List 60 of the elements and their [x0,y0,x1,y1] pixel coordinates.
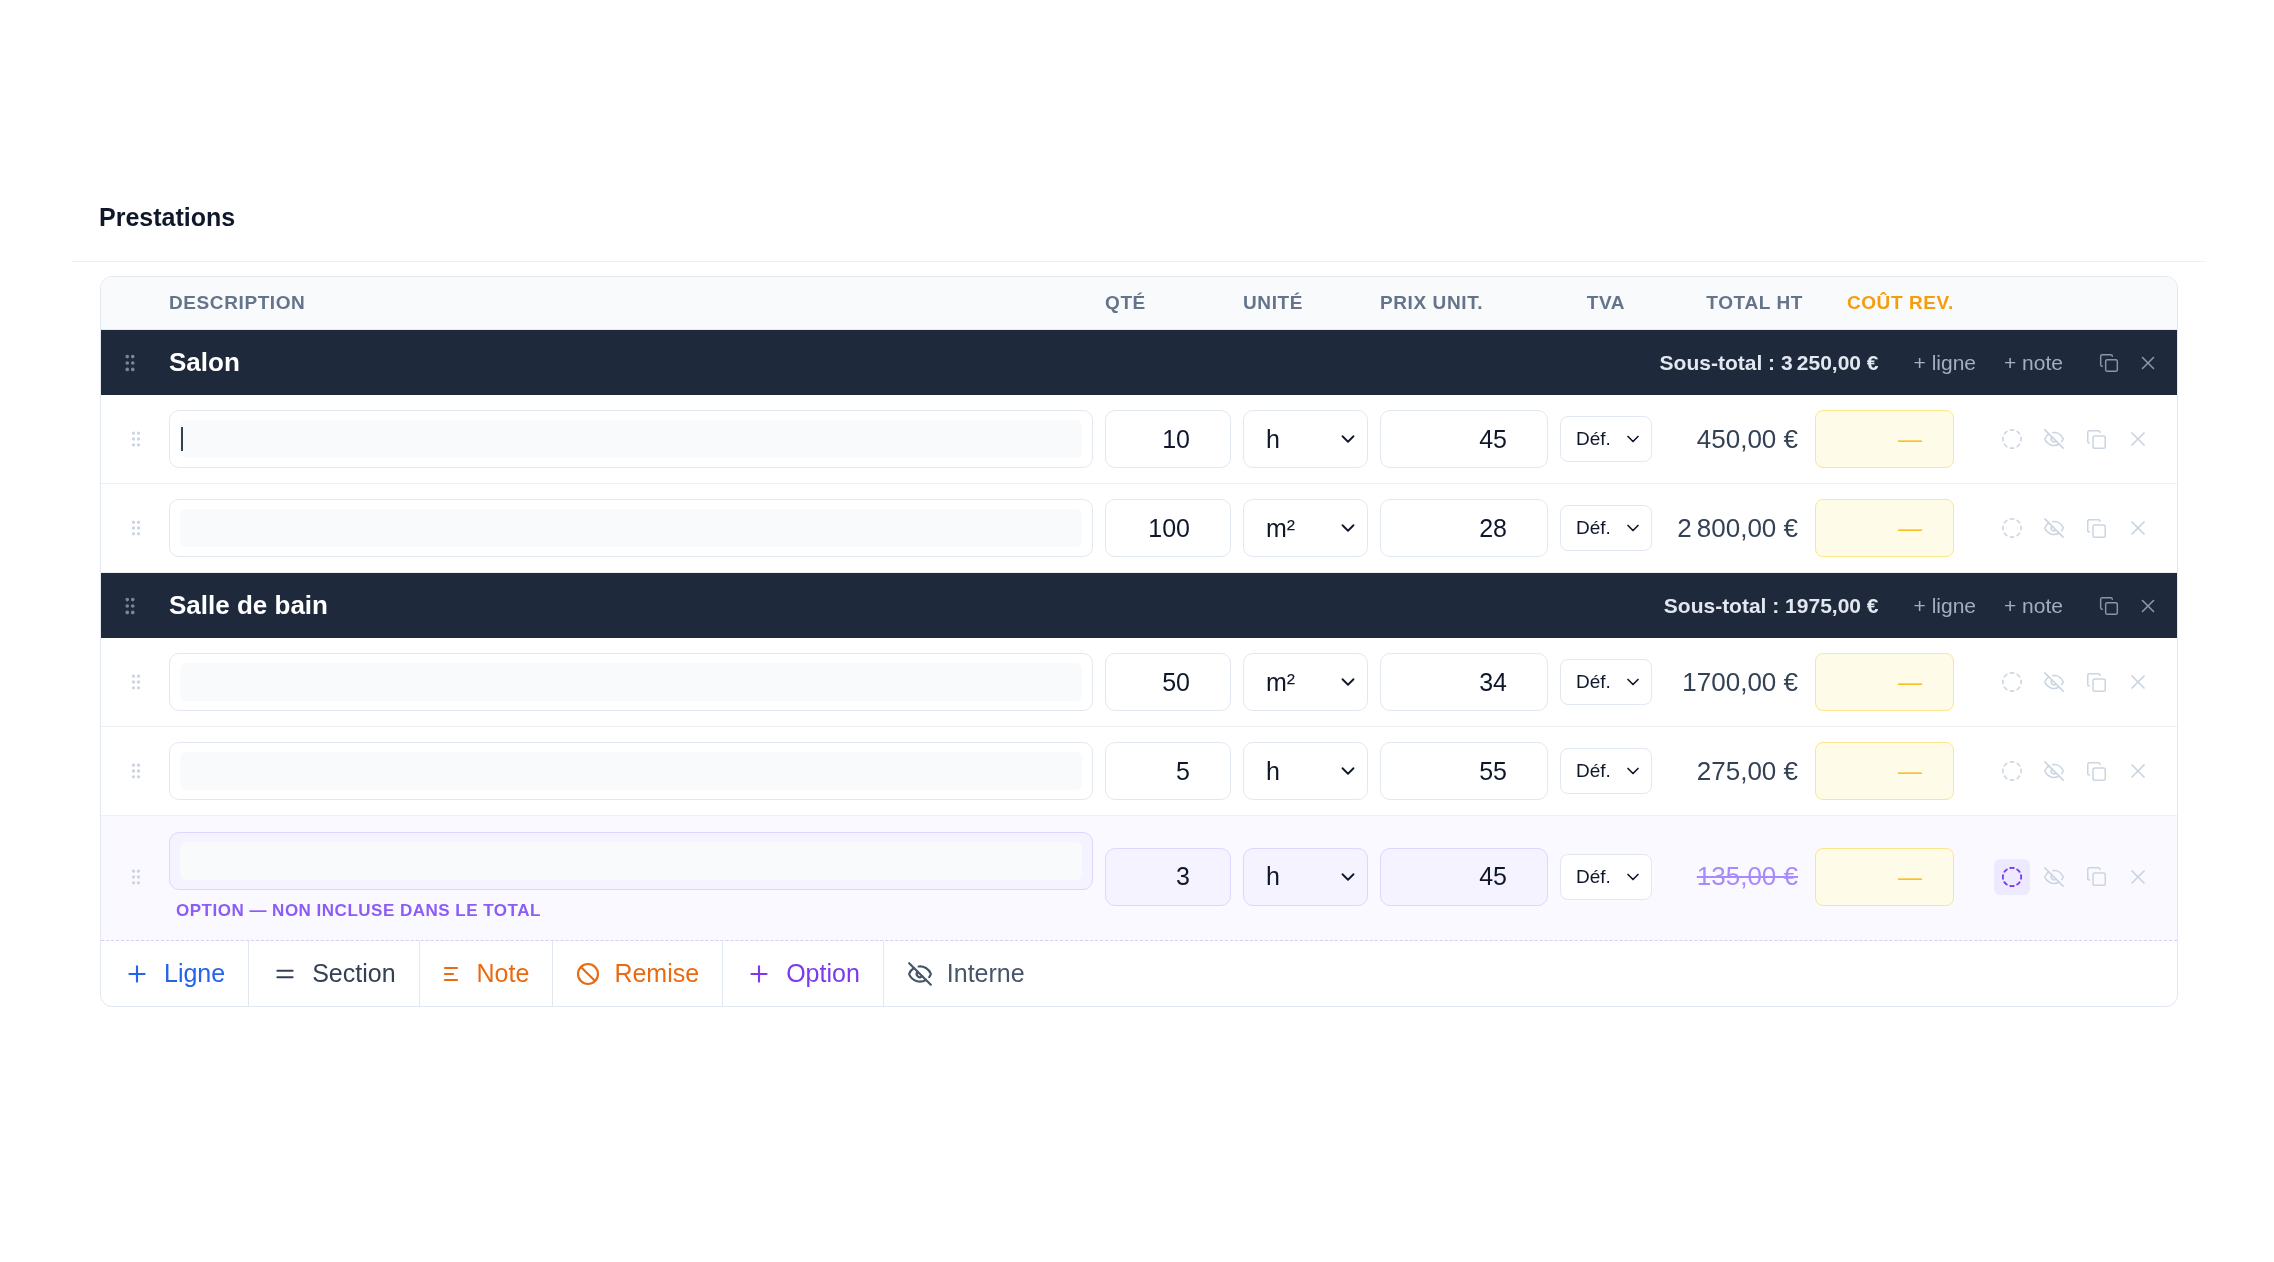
unit-price-field[interactable]: 55 [1380,742,1548,800]
section-action-link[interactable]: + ligne [1913,593,1976,618]
section-subtotal: Sous-total : 1975,00 € [1663,593,1879,618]
unit-select[interactable]: m² [1243,499,1368,557]
quantity-field[interactable]: 100 [1105,499,1231,557]
unit-select[interactable]: m² [1243,653,1368,711]
eye-off-icon[interactable] [2043,428,2065,450]
section-title: Salle de bain [169,590,328,621]
quantity-field[interactable]: 10 [1105,410,1231,468]
description-field[interactable] [169,499,1093,557]
eye-off-icon[interactable] [2043,671,2065,693]
add-option-button[interactable]: Option [723,941,884,1006]
unit-price-field[interactable]: 45 [1380,847,1548,906]
column-header: TOTAL HT [1706,292,1803,314]
eye-off-icon[interactable] [2043,517,2065,539]
add-internal-button[interactable]: Interne [883,941,1048,1006]
section-action-link[interactable]: + note [2004,593,2063,618]
eye-off-icon[interactable] [2043,760,2065,782]
unit-select[interactable]: h [1243,742,1368,800]
description-field[interactable] [169,653,1093,711]
vat-select[interactable]: Déf. [1560,505,1652,551]
line-total: 275,00 € [1696,755,1798,787]
add-line-button[interactable]: Ligne [101,941,250,1006]
copy-icon[interactable] [2099,595,2119,616]
column-header: DESCRIPTION [169,292,306,314]
section-action-link[interactable]: + note [2004,350,2063,375]
section-subtotal: Sous-total : 3 250,00 € [1659,350,1879,375]
column-header: PRIX UNIT. [1380,292,1484,314]
column-header: QTÉ [1105,292,1146,314]
description-field[interactable] [169,742,1093,800]
column-header: COÛT REV. [1846,292,1954,314]
vat-select[interactable]: Déf. [1560,659,1652,705]
unit-price-field[interactable]: 45 [1380,410,1548,468]
line-total: 135,00 € [1696,861,1798,892]
panel-title: Prestations [99,202,236,232]
unit-price-field[interactable]: 34 [1380,653,1548,711]
quantity-field[interactable]: 5 [1105,742,1231,800]
add-section-button[interactable]: Section [249,941,420,1006]
option-note: OPTION — NON INCLUSE DANS LE TOTAL [175,901,541,921]
section-title: Salon [169,347,240,378]
column-header: UNITÉ [1243,292,1303,314]
description-field[interactable] [169,410,1093,468]
copy-icon[interactable] [2099,352,2119,373]
vat-select[interactable]: Déf. [1560,748,1652,794]
quantity-field[interactable]: 3 [1105,847,1231,906]
vat-select[interactable]: Déf. [1560,416,1652,462]
unit-select[interactable]: h [1243,410,1368,468]
description-field[interactable] [169,832,1093,890]
unit-price-field[interactable]: 28 [1380,499,1548,557]
column-header: TVA [1586,292,1626,314]
line-total: 2 800,00 € [1677,512,1798,544]
line-total: 450,00 € [1696,423,1798,455]
eye-off-icon [906,960,933,987]
line-total: 1700,00 € [1682,666,1798,698]
eye-off-icon[interactable] [2043,865,2065,888]
section-action-link[interactable]: + ligne [1913,350,1976,375]
quantity-field[interactable]: 50 [1105,653,1231,711]
vat-select[interactable]: Déf. [1560,853,1652,900]
unit-select[interactable]: h [1243,847,1368,906]
prohibition-icon [576,961,601,986]
